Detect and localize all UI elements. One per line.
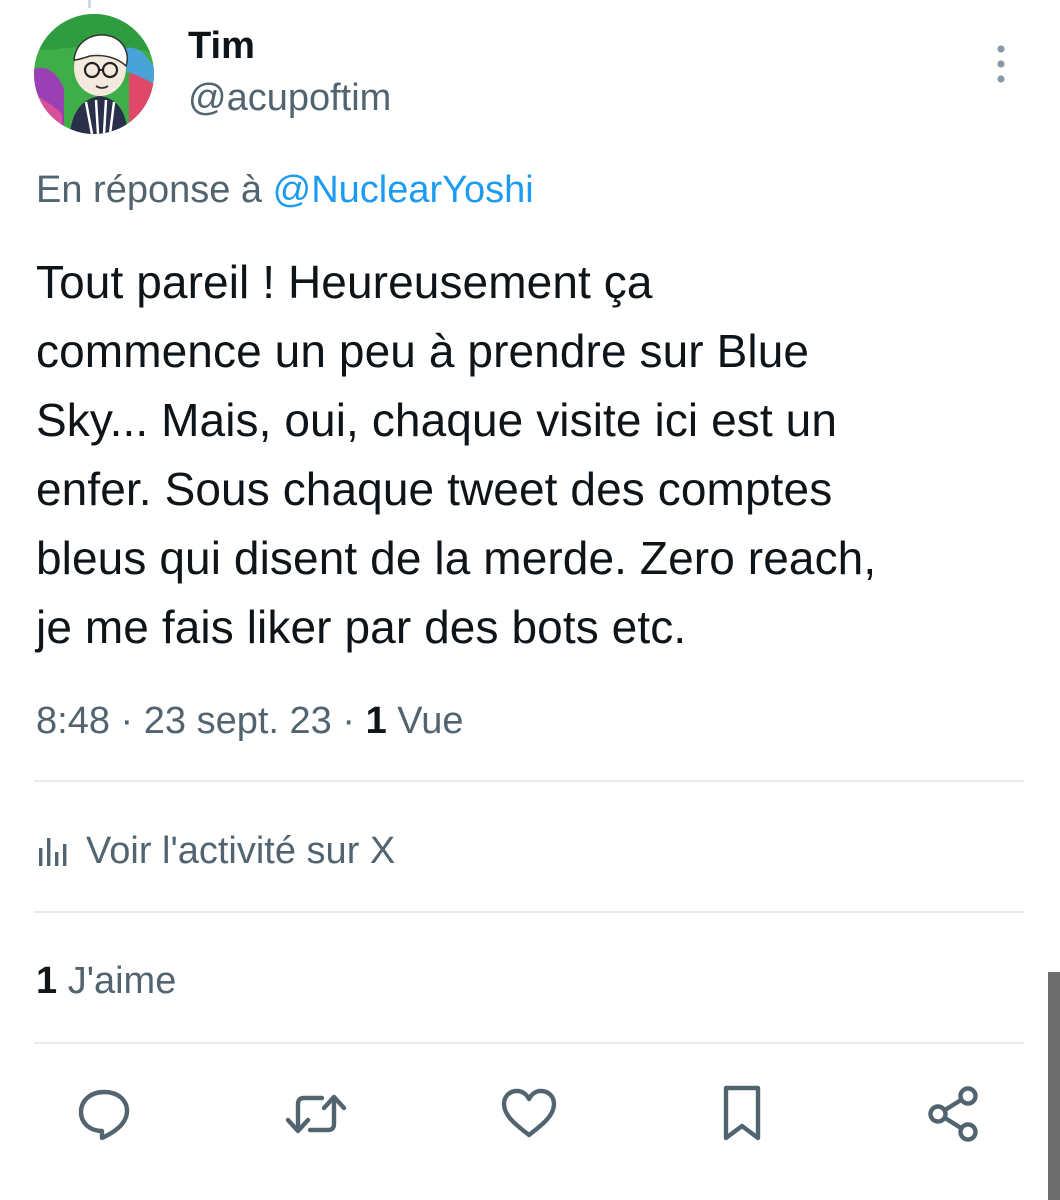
- reply-context: En réponse à @NuclearYoshi: [36, 167, 534, 213]
- retweet-icon: [285, 1094, 347, 1134]
- views-count: 1: [365, 700, 387, 742]
- reply-mention-link[interactable]: @NuclearYoshi: [273, 169, 534, 211]
- scrollbar-thumb[interactable]: [1048, 972, 1060, 1200]
- likes-count: 1: [36, 960, 58, 1002]
- share-icon: [928, 1086, 978, 1142]
- more-options-button[interactable]: [984, 40, 1018, 88]
- more-vertical-icon: [997, 45, 1005, 83]
- avatar-image: [34, 14, 154, 134]
- tweet-text: Tout pareil ! Heureusement ça commence u…: [36, 256, 877, 653]
- likes-summary[interactable]: 1 J'aime: [36, 958, 176, 1004]
- tweet-time[interactable]: 8:48: [36, 700, 110, 742]
- likes-label: J'aime: [67, 960, 177, 1002]
- tweet-date[interactable]: 23 sept. 23: [144, 700, 332, 742]
- reply-prefix: En réponse à: [36, 169, 263, 211]
- share-button[interactable]: [922, 1082, 986, 1146]
- meta-separator: ·: [342, 700, 366, 742]
- view-activity-link[interactable]: Voir l'activité sur X: [36, 828, 395, 874]
- thread-connector-line: [88, 0, 91, 8]
- bookmark-icon: [723, 1085, 761, 1141]
- retweet-button[interactable]: [284, 1082, 348, 1146]
- view-activity-label: Voir l'activité sur X: [86, 829, 396, 872]
- heart-icon: [501, 1088, 557, 1138]
- reply-button[interactable]: [72, 1082, 136, 1146]
- author-avatar[interactable]: [34, 14, 154, 134]
- like-button[interactable]: [497, 1082, 561, 1146]
- meta-separator: ·: [120, 700, 144, 742]
- author-handle[interactable]: @acupoftim: [188, 76, 391, 120]
- analytics-icon: [39, 838, 67, 866]
- bookmark-button[interactable]: [710, 1082, 774, 1146]
- divider: [34, 780, 1024, 782]
- reply-icon: [78, 1089, 130, 1141]
- divider: [34, 1042, 1024, 1044]
- views-label: Vue: [397, 700, 464, 742]
- author-name[interactable]: Tim: [188, 24, 255, 68]
- tweet-meta: 8:48 · 23 sept. 23 · 1 Vue: [36, 698, 463, 744]
- divider: [34, 911, 1024, 913]
